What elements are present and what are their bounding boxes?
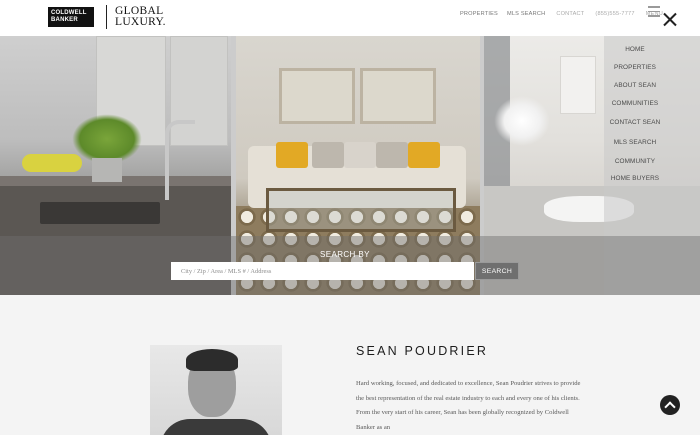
logo-line-banker: BANKER — [51, 17, 78, 23]
top-nav: PROPERTIES MLS SEARCH CONTACT (855)555-7… — [460, 11, 663, 17]
hamburger-menu-icon[interactable] — [648, 6, 660, 19]
search-input[interactable] — [171, 262, 474, 280]
agent-section: SEAN POUDRIER Hard working, focused, and… — [0, 295, 700, 435]
side-menu-item-home[interactable]: HOME — [604, 46, 666, 53]
side-menu-item-contact-sean[interactable]: CONTACT SEAN — [604, 119, 666, 126]
logo-line-luxury: LUXURY. — [115, 16, 166, 28]
agent-bio: Hard working, focused, and dedicated to … — [356, 380, 581, 431]
logo-line-coldwell: COLDWELL — [51, 10, 87, 16]
side-menu-item-communities[interactable]: COMMUNITIES — [604, 100, 666, 107]
search-by-label: SEARCH BY — [320, 250, 370, 259]
agent-portrait — [150, 345, 282, 435]
nav-phone[interactable]: (855)555-7777 — [595, 11, 634, 17]
nav-contact[interactable]: CONTACT — [556, 11, 584, 17]
side-menu-item-mls-search[interactable]: MLS SEARCH — [604, 139, 666, 146]
search-button[interactable]: SEARCH — [475, 262, 519, 280]
nav-properties[interactable]: PROPERTIES — [460, 11, 498, 17]
side-menu-item-properties[interactable]: PROPERTIES — [604, 64, 666, 71]
nav-mls-search[interactable]: MLS SEARCH — [507, 11, 545, 17]
side-menu-item-home-buyers[interactable]: HOME BUYERS — [604, 175, 666, 182]
scroll-to-top-icon[interactable] — [660, 395, 680, 415]
side-menu-item-community[interactable]: COMMUNITY — [604, 158, 666, 165]
hero-banner: HOME PROPERTIES ABOUT SEAN COMMUNITIES C… — [0, 36, 700, 295]
side-menu-item-about-sean[interactable]: ABOUT SEAN — [604, 82, 666, 89]
coldwell-banker-logo[interactable]: COLDWELL BANKER — [48, 7, 94, 27]
logo-divider — [106, 5, 107, 29]
global-luxury-logo[interactable]: GLOBAL LUXURY. — [115, 5, 166, 28]
site-header: COLDWELL BANKER GLOBAL LUXURY. PROPERTIE… — [0, 0, 700, 36]
close-menu-icon[interactable] — [663, 12, 677, 26]
agent-name: SEAN POUDRIER — [356, 344, 489, 358]
